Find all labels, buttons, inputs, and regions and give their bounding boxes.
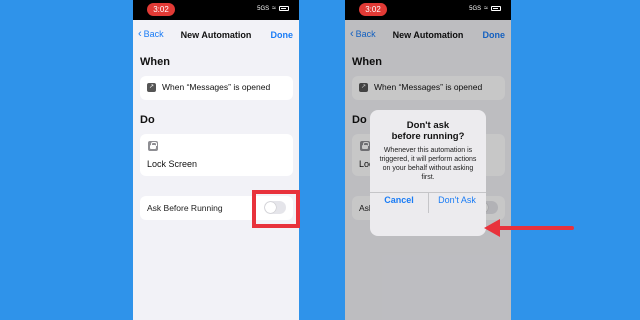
trigger-label: When “Messages” is opened [162, 82, 271, 92]
action-label: Lock Screen [147, 159, 198, 169]
wifi-icon: ≈ [272, 5, 276, 12]
alert-title: Don't ask before running? [370, 120, 486, 142]
pointer-arrow-icon [484, 219, 574, 237]
alert-message: Whenever this automation is triggered, i… [379, 147, 477, 181]
trigger-row[interactable]: ↗ When “Messages” is opened [140, 76, 293, 100]
done-button[interactable]: Done [271, 30, 294, 40]
wifi-icon: ≈ [484, 5, 488, 12]
status-bar: 3:02 5GS ≈ [345, 0, 511, 20]
do-heading: Do [140, 114, 155, 126]
status-indicators: 5GS ≈ [257, 5, 289, 12]
action-card[interactable]: Lock Screen [140, 134, 293, 176]
open-app-icon: ↗ [147, 83, 156, 92]
nav-bar: ‹ Back New Automation Done [133, 28, 299, 44]
confirm-alert: Don't ask before running? Whenever this … [370, 110, 486, 236]
automation-sheet: ‹ Back New Automation Done When ↗ When “… [133, 20, 299, 320]
battery-icon [279, 6, 289, 11]
status-time: 3:02 [147, 3, 175, 16]
toggle-highlight-box [252, 190, 300, 228]
phone-screen-right: 3:02 5GS ≈ ‹ Back New Automation Done Wh… [345, 0, 511, 320]
network-label: 5GS [469, 5, 482, 12]
phone-screen-left: 3:02 5GS ≈ ‹ Back New Automation Done Wh… [133, 0, 299, 320]
dont-ask-button[interactable]: Don't Ask [428, 195, 486, 205]
when-heading: When [140, 56, 170, 68]
status-indicators: 5GS ≈ [469, 5, 501, 12]
network-label: 5GS [257, 5, 270, 12]
alert-title-line-1: Don't ask [406, 120, 450, 131]
cancel-button[interactable]: Cancel [370, 195, 428, 205]
alert-title-line-2: before running? [391, 131, 465, 142]
ask-before-running-label: Ask Before Running [147, 203, 223, 213]
status-bar: 3:02 5GS ≈ [133, 0, 299, 20]
battery-icon [491, 6, 501, 11]
status-time: 3:02 [359, 3, 387, 16]
lock-icon [148, 141, 158, 151]
